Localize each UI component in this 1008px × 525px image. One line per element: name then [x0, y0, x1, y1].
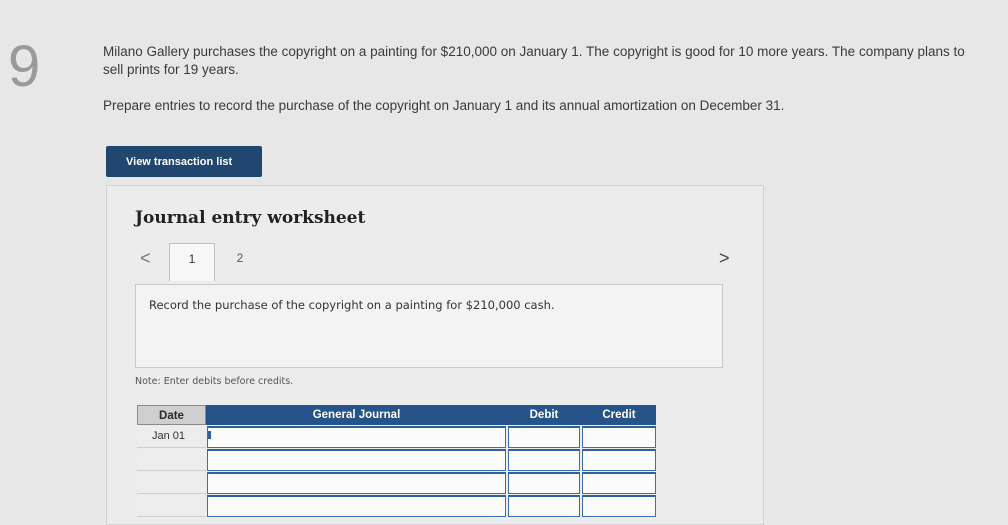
debit-input[interactable]	[508, 426, 580, 448]
account-input[interactable]	[207, 472, 506, 494]
account-input[interactable]	[207, 449, 506, 471]
credit-input[interactable]	[582, 426, 656, 448]
question-number: 9	[8, 34, 41, 99]
chevron-left-icon[interactable]: <	[140, 248, 151, 269]
table-row	[137, 472, 656, 494]
account-input[interactable]	[207, 426, 506, 448]
date-cell[interactable]	[137, 449, 206, 471]
problem-text: Milano Gallery purchases the copyright o…	[103, 44, 965, 77]
entry-instruction-box: Record the purchase of the copyright on …	[135, 284, 723, 368]
tab-entry-1[interactable]: 1	[169, 243, 215, 281]
tab-entry-2[interactable]: 2	[217, 243, 263, 281]
journal-table-header: Date General Journal Debit Credit	[137, 405, 656, 425]
credit-input[interactable]	[582, 449, 656, 471]
column-header-credit: Credit	[602, 409, 636, 421]
chevron-right-icon[interactable]: >	[719, 248, 730, 269]
problem-instructions: Prepare entries to record the purchase o…	[103, 98, 785, 113]
column-header-general-journal: General Journal	[312, 409, 401, 421]
worksheet-title: Journal entry worksheet	[135, 208, 366, 228]
view-transaction-list-button[interactable]: View transaction list	[106, 146, 262, 177]
date-cell[interactable]: Jan 01	[137, 426, 206, 448]
debits-note: Note: Enter debits before credits.	[135, 376, 294, 387]
problem-statement: Milano Gallery purchases the copyright o…	[103, 43, 983, 115]
credit-input[interactable]	[582, 472, 656, 494]
table-row: Jan 01	[137, 426, 656, 448]
debit-input[interactable]	[508, 449, 580, 471]
column-header-debit: Debit	[529, 409, 559, 421]
journal-table: Date General Journal Debit Credit Jan 01	[137, 405, 656, 517]
entry-instruction-text: Record the purchase of the copyright on …	[149, 298, 555, 312]
table-row	[137, 449, 656, 471]
column-header-date: Date	[137, 405, 206, 425]
debit-input[interactable]	[508, 472, 580, 494]
date-cell[interactable]	[137, 472, 206, 494]
journal-entry-worksheet: Journal entry worksheet < 1 2 > Record t…	[106, 185, 764, 525]
